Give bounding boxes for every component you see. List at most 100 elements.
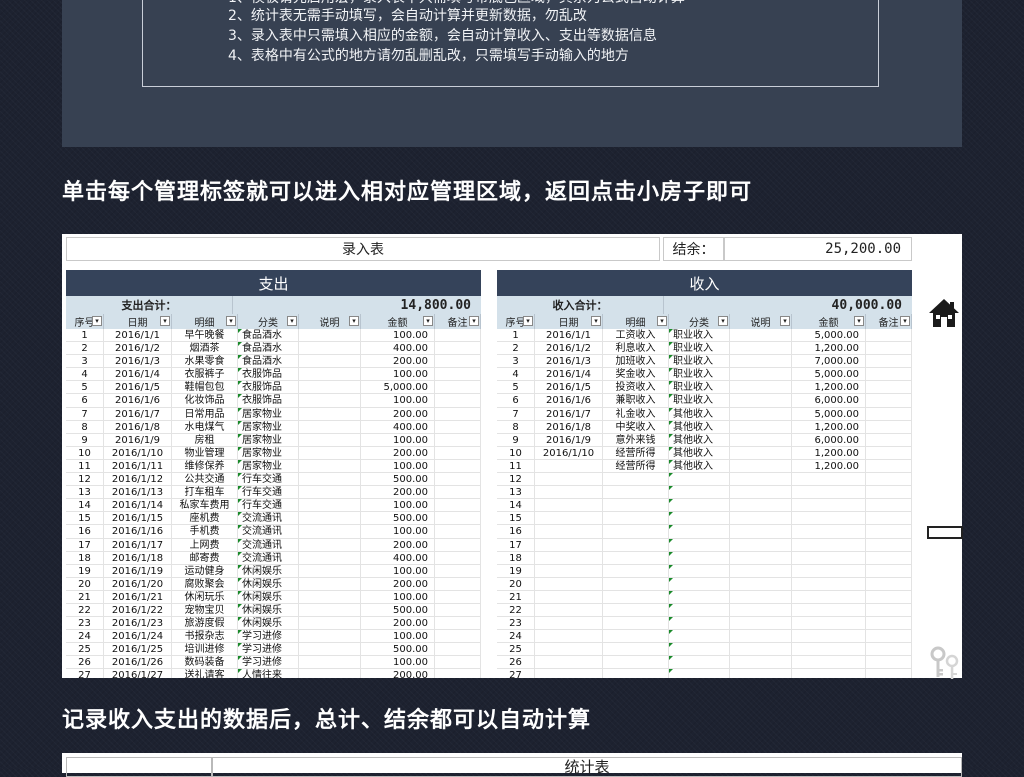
income-cell-no[interactable]: 26 (497, 656, 535, 670)
income-cell-note[interactable] (730, 590, 792, 604)
income-cell-amount[interactable] (792, 617, 866, 631)
income-cell-remark[interactable] (866, 355, 912, 369)
income-cell-date[interactable] (535, 577, 603, 591)
income-cell-no[interactable]: 25 (497, 643, 535, 657)
expense-cell-note[interactable] (299, 590, 361, 604)
income-cell-detail[interactable] (603, 669, 669, 678)
income-cell-no[interactable]: 24 (497, 630, 535, 644)
expense-cell-detail[interactable]: 宠物宝贝 (172, 603, 238, 618)
expense-cell-detail[interactable]: 休闲玩乐 (172, 590, 238, 604)
income-cell-no[interactable]: 18 (497, 551, 535, 565)
dropdown-arrow-icon[interactable]: ▾ (900, 316, 910, 326)
income-cell-category[interactable] (669, 603, 730, 618)
income-cell-amount[interactable]: 1,200.00 (792, 381, 866, 395)
income-cell-no[interactable]: 19 (497, 564, 535, 578)
income-cell-no[interactable]: 6 (497, 394, 535, 408)
income-cell-detail[interactable]: 工资收入 (603, 329, 669, 343)
income-cell-no[interactable]: 12 (497, 473, 535, 487)
expense-cell-amount[interactable]: 200.00 (361, 577, 435, 591)
income-cell-no[interactable]: 5 (497, 381, 535, 395)
income-cell-category[interactable] (669, 538, 730, 552)
expense-cell-no[interactable]: 5 (66, 381, 104, 395)
expense-cell-detail[interactable]: 旅游度假 (172, 617, 238, 631)
expense-cell-detail[interactable]: 座机费 (172, 512, 238, 526)
expense-cell-detail[interactable]: 邮寄费 (172, 551, 238, 565)
expense-cell-detail[interactable]: 物业管理 (172, 446, 238, 460)
income-cell-date[interactable] (535, 538, 603, 552)
expense-cell-amount[interactable]: 400.00 (361, 420, 435, 434)
income-cell-amount[interactable]: 7,000.00 (792, 355, 866, 369)
expense-cell-note[interactable] (299, 512, 361, 526)
expense-cell-category[interactable]: 休闲娱乐 (238, 564, 299, 578)
expense-cell-remark[interactable] (435, 342, 481, 356)
expense-cell-detail[interactable]: 房租 (172, 433, 238, 447)
expense-cell-detail[interactable]: 书报杂志 (172, 630, 238, 644)
income-cell-no[interactable]: 9 (497, 433, 535, 447)
expense-cell-date[interactable]: 2016/1/4 (104, 368, 172, 382)
income-cell-note[interactable] (730, 512, 792, 526)
income-cell-remark[interactable] (866, 643, 912, 657)
income-cell-date[interactable] (535, 459, 603, 474)
income-cell-category[interactable] (669, 486, 730, 500)
expense-cell-amount[interactable]: 200.00 (361, 538, 435, 552)
expense-cell-remark[interactable] (435, 630, 481, 644)
expense-cell-no[interactable]: 18 (66, 551, 104, 565)
home-icon[interactable] (928, 298, 960, 328)
income-cell-date[interactable] (535, 669, 603, 678)
expense-cell-detail[interactable]: 运动健身 (172, 564, 238, 578)
dropdown-arrow-icon[interactable]: ▾ (469, 316, 479, 326)
income-cell-amount[interactable]: 1,200.00 (792, 420, 866, 434)
income-cell-no[interactable]: 1 (497, 329, 535, 343)
income-cell-remark[interactable] (866, 538, 912, 552)
income-cell-remark[interactable] (866, 486, 912, 500)
expense-cell-remark[interactable] (435, 355, 481, 369)
dropdown-arrow-icon[interactable]: ▾ (657, 316, 667, 326)
income-cell-note[interactable] (730, 446, 792, 460)
income-cell-category[interactable] (669, 617, 730, 631)
income-cell-date[interactable]: 2016/1/9 (535, 433, 603, 447)
income-cell-note[interactable] (730, 342, 792, 356)
expense-cell-amount[interactable]: 200.00 (361, 617, 435, 631)
expense-cell-category[interactable]: 食品酒水 (238, 355, 299, 369)
income-cell-no[interactable]: 2 (497, 342, 535, 356)
income-cell-detail[interactable]: 经营所得 (603, 446, 669, 460)
expense-cell-date[interactable]: 2016/1/7 (104, 407, 172, 421)
income-cell-note[interactable] (730, 433, 792, 447)
expense-cell-note[interactable] (299, 499, 361, 513)
expense-cell-date[interactable]: 2016/1/3 (104, 355, 172, 369)
income-cell-amount[interactable]: 1,200.00 (792, 459, 866, 474)
expense-cell-no[interactable]: 3 (66, 355, 104, 369)
income-cell-detail[interactable]: 奖金收入 (603, 368, 669, 382)
expense-cell-note[interactable] (299, 538, 361, 552)
income-cell-detail[interactable]: 礼金收入 (603, 407, 669, 421)
expense-cell-detail[interactable]: 送礼请客 (172, 669, 238, 678)
income-cell-detail[interactable] (603, 617, 669, 631)
expense-cell-no[interactable]: 20 (66, 577, 104, 591)
expense-cell-note[interactable] (299, 355, 361, 369)
income-cell-category[interactable] (669, 577, 730, 591)
income-cell-note[interactable] (730, 407, 792, 421)
income-cell-detail[interactable] (603, 630, 669, 644)
expense-cell-no[interactable]: 24 (66, 630, 104, 644)
income-cell-no[interactable]: 23 (497, 617, 535, 631)
expense-cell-note[interactable] (299, 551, 361, 565)
income-cell-amount[interactable]: 6,000.00 (792, 433, 866, 447)
income-cell-date[interactable]: 2016/1/8 (535, 420, 603, 434)
expense-cell-category[interactable]: 学习进修 (238, 643, 299, 657)
income-cell-remark[interactable] (866, 617, 912, 631)
dropdown-arrow-icon[interactable]: ▾ (591, 316, 601, 326)
income-cell-amount[interactable]: 1,200.00 (792, 446, 866, 460)
income-cell-category[interactable] (669, 669, 730, 678)
expense-cell-remark[interactable] (435, 486, 481, 500)
expense-cell-detail[interactable]: 数码装备 (172, 656, 238, 670)
expense-cell-date[interactable]: 2016/1/14 (104, 499, 172, 513)
expense-cell-amount[interactable]: 100.00 (361, 394, 435, 408)
expense-cell-date[interactable]: 2016/1/6 (104, 394, 172, 408)
income-cell-note[interactable] (730, 486, 792, 500)
expense-cell-remark[interactable] (435, 446, 481, 460)
expense-cell-remark[interactable] (435, 656, 481, 670)
income-cell-note[interactable] (730, 381, 792, 395)
expense-cell-no[interactable]: 27 (66, 669, 104, 678)
expense-cell-remark[interactable] (435, 368, 481, 382)
dropdown-arrow-icon[interactable]: ▾ (423, 316, 433, 326)
